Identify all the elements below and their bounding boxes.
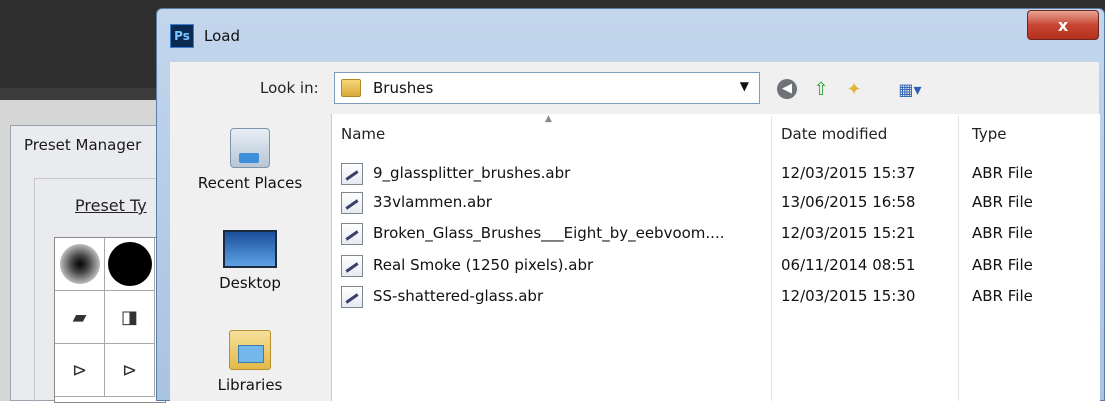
column-header-name[interactable]: Name <box>341 116 761 152</box>
desktop-icon <box>223 230 277 268</box>
file-name: 9_glassplitter_brushes.abr <box>373 164 571 182</box>
file-date: 13/06/2015 16:58 <box>781 193 916 211</box>
tool-preset-icon: ⊳ <box>71 359 88 381</box>
folder-icon <box>341 79 361 97</box>
photoshop-options-strip <box>0 88 170 100</box>
file-date: 06/11/2014 08:51 <box>781 256 916 274</box>
file-row[interactable]: Real Smoke (1250 pixels).abr 06/11/2014 … <box>341 253 1081 277</box>
preset-tool-2[interactable]: ◨ <box>105 291 155 344</box>
preset-type-label[interactable]: Preset Ty <box>75 196 147 215</box>
new-folder-icon: ✦ <box>846 78 862 100</box>
tool-preset-icon: ▰ <box>72 306 87 328</box>
close-icon: x <box>1057 15 1069 35</box>
place-recent-places[interactable]: Recent Places <box>170 128 330 192</box>
place-desktop[interactable]: Desktop <box>170 230 330 292</box>
file-row[interactable]: Broken_Glass_Brushes___Eight_by_eebvoom.… <box>341 221 1081 245</box>
file-type: ABR File <box>972 256 1033 274</box>
hard-brush-icon <box>107 242 152 286</box>
column-header-type[interactable]: Type <box>972 116 1092 152</box>
file-date: 12/03/2015 15:37 <box>781 164 916 182</box>
brush-file-icon <box>341 192 363 214</box>
column-header-date[interactable]: Date modified <box>781 116 951 152</box>
look-in-dropdown[interactable]: Brushes ▼ <box>334 72 760 104</box>
view-menu-icon: ▦▾ <box>898 79 922 99</box>
look-in-value: Brushes <box>373 79 434 97</box>
preset-hard-round-brush[interactable] <box>105 238 155 291</box>
close-button[interactable]: x <box>1027 10 1099 40</box>
back-button[interactable]: ◀ <box>775 76 799 102</box>
preset-tool-3[interactable]: ⊳ <box>55 344 105 397</box>
file-name: Broken_Glass_Brushes___Eight_by_eebvoom.… <box>373 224 725 242</box>
up-folder-icon: ⇧ <box>813 78 829 100</box>
file-row[interactable]: 9_glassplitter_brushes.abr 12/03/2015 15… <box>341 161 1081 185</box>
tool-preset-icon: ⊳ <box>121 359 138 381</box>
back-arrow-icon: ◀ <box>777 79 797 99</box>
tool-preset-icon: ◨ <box>120 306 138 328</box>
place-label: Desktop <box>219 274 281 292</box>
file-date: 12/03/2015 15:21 <box>781 224 916 242</box>
look-in-label: Look in: <box>260 79 319 97</box>
place-libraries[interactable]: Libraries <box>170 330 330 394</box>
file-name: Real Smoke (1250 pixels).abr <box>373 256 594 274</box>
file-name: SS-shattered-glass.abr <box>373 287 544 305</box>
chevron-down-icon: ▼ <box>739 79 749 93</box>
up-folder-button[interactable]: ⇧ <box>808 76 834 102</box>
file-date: 12/03/2015 15:30 <box>781 287 916 305</box>
file-row[interactable]: SS-shattered-glass.abr 12/03/2015 15:30 … <box>341 284 1081 308</box>
file-type: ABR File <box>972 193 1033 211</box>
preset-manager-title: Preset Manager <box>24 136 142 154</box>
recent-places-icon <box>230 128 270 168</box>
file-type: ABR File <box>972 164 1033 182</box>
brush-file-icon <box>341 223 363 245</box>
preset-tool-4[interactable]: ⊳ <box>105 344 155 397</box>
brush-file-icon <box>341 163 363 185</box>
brush-file-icon <box>341 286 363 308</box>
dialog-title: Load <box>204 27 240 45</box>
preset-tool-1[interactable]: ▰ <box>55 291 105 344</box>
new-folder-button[interactable]: ✦ <box>840 76 868 102</box>
photoshop-icon: Ps <box>170 24 194 48</box>
preset-grid: ▰ ◨ ⊳ ⊳ <box>54 237 166 403</box>
place-label: Recent Places <box>197 174 303 192</box>
dialog-title-bar: Ps Load <box>170 18 240 54</box>
file-row[interactable]: 33vlammen.abr 13/06/2015 16:58 ABR File <box>341 190 1081 214</box>
place-label: Libraries <box>217 376 283 394</box>
file-name: 33vlammen.abr <box>373 193 492 211</box>
file-type: ABR File <box>972 287 1033 305</box>
libraries-icon <box>229 330 271 370</box>
soft-brush-icon <box>59 244 100 284</box>
brush-file-icon <box>341 255 363 277</box>
preset-soft-round-brush[interactable] <box>55 238 105 291</box>
file-type: ABR File <box>972 224 1033 242</box>
view-menu-button[interactable]: ▦▾ <box>890 76 930 102</box>
